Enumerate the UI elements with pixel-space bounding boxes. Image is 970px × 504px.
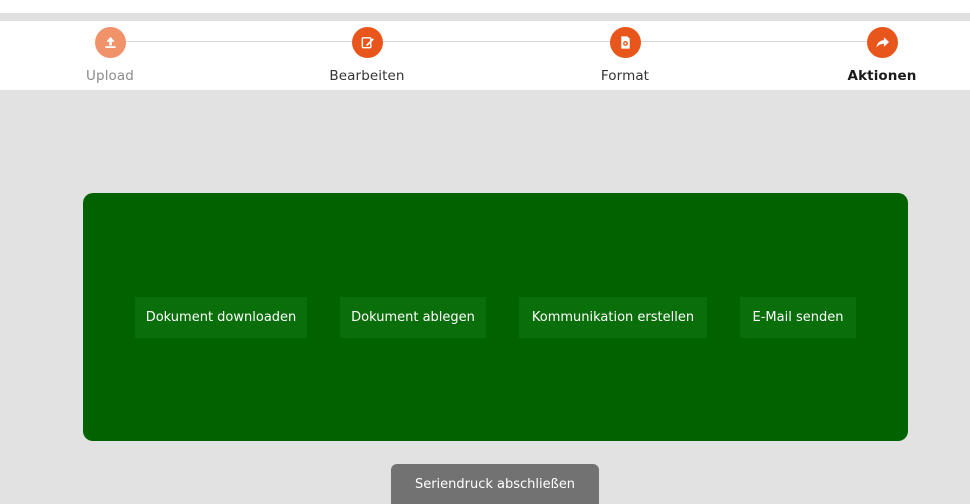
step-format-circle bbox=[609, 27, 641, 58]
file-document-button[interactable]: Dokument ablegen bbox=[340, 297, 486, 338]
finish-serial-print-button[interactable]: Seriendruck abschließen bbox=[391, 464, 599, 504]
step-upload-label: Upload bbox=[86, 68, 134, 84]
create-communication-button[interactable]: Kommunikation erstellen bbox=[519, 297, 707, 338]
step-upload-circle bbox=[94, 27, 126, 58]
step-bearbeiten-label: Bearbeiten bbox=[329, 68, 405, 84]
step-aktionen-label: Aktionen bbox=[847, 68, 917, 84]
step-bearbeiten-circle bbox=[351, 27, 383, 58]
edit-icon bbox=[361, 37, 374, 49]
step-aktionen[interactable]: Aktionen bbox=[812, 27, 952, 84]
format-icon bbox=[620, 36, 630, 49]
upload-icon bbox=[104, 36, 116, 48]
send-email-button[interactable]: E-Mail senden bbox=[740, 297, 856, 338]
stepper-connector-line bbox=[110, 41, 882, 42]
top-divider bbox=[0, 13, 970, 21]
share-arrow-icon bbox=[875, 37, 889, 48]
step-upload[interactable]: Upload bbox=[40, 27, 180, 84]
step-bearbeiten[interactable]: Bearbeiten bbox=[297, 27, 437, 84]
progress-stepper: Upload Bearbeiten Format Aktionen bbox=[0, 21, 970, 90]
download-document-button[interactable]: Dokument downloaden bbox=[135, 297, 307, 338]
actions-panel: Dokument downloaden Dokument ablegen Kom… bbox=[83, 193, 908, 441]
main-content: Dokument downloaden Dokument ablegen Kom… bbox=[0, 90, 970, 504]
step-format-label: Format bbox=[600, 68, 650, 84]
step-aktionen-circle bbox=[866, 27, 898, 58]
step-format[interactable]: Format bbox=[555, 27, 695, 84]
